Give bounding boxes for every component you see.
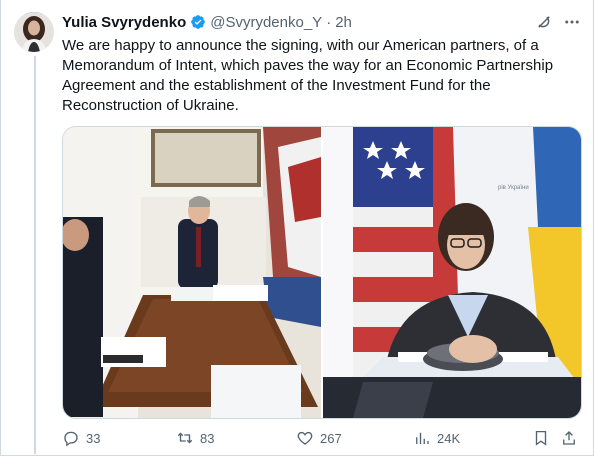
- bookmark-button[interactable]: [532, 429, 556, 447]
- svg-text:рів України: рів України: [498, 185, 529, 191]
- views-count: 24K: [437, 430, 461, 446]
- reply-count: 33: [86, 430, 101, 446]
- separator-dot: ·: [326, 13, 332, 31]
- like-count: 267: [320, 430, 342, 446]
- grok-icon[interactable]: [535, 13, 553, 31]
- reply-button[interactable]: 33: [62, 429, 100, 447]
- bookmark-icon: [535, 430, 547, 446]
- repost-button[interactable]: 83: [176, 429, 214, 447]
- tweet-text: We are happy to announce the signing, wi…: [62, 37, 554, 114]
- repost-count: 83: [200, 430, 215, 446]
- views-icon: [416, 432, 429, 444]
- tweet-header: Yulia Svyrydenko @Svyrydenko_Y · 2h: [62, 12, 352, 32]
- share-button[interactable]: [560, 429, 584, 447]
- reply-icon: [64, 431, 78, 447]
- like-button[interactable]: 267: [296, 429, 342, 447]
- share-icon: [563, 431, 575, 445]
- photo-signing-left[interactable]: [63, 127, 321, 418]
- timestamp[interactable]: 2h: [335, 14, 352, 31]
- verified-badge-icon: [190, 14, 206, 30]
- views-button[interactable]: 24K: [413, 429, 460, 447]
- action-bar: 33 83 267 24K: [62, 429, 582, 449]
- like-icon: [297, 431, 313, 445]
- tweet-card[interactable]: Yulia Svyrydenko @Svyrydenko_Y · 2h We a…: [0, 0, 594, 456]
- author-name[interactable]: Yulia Svyrydenko: [62, 14, 186, 31]
- more-icon[interactable]: [563, 13, 581, 31]
- author-handle[interactable]: @Svyrydenko_Y: [210, 14, 322, 31]
- photo-signing-right[interactable]: рів України: [323, 127, 581, 418]
- thread-line: [34, 56, 36, 454]
- tweet-media[interactable]: рів України: [62, 126, 582, 419]
- repost-icon: [177, 432, 193, 444]
- avatar[interactable]: [14, 12, 54, 52]
